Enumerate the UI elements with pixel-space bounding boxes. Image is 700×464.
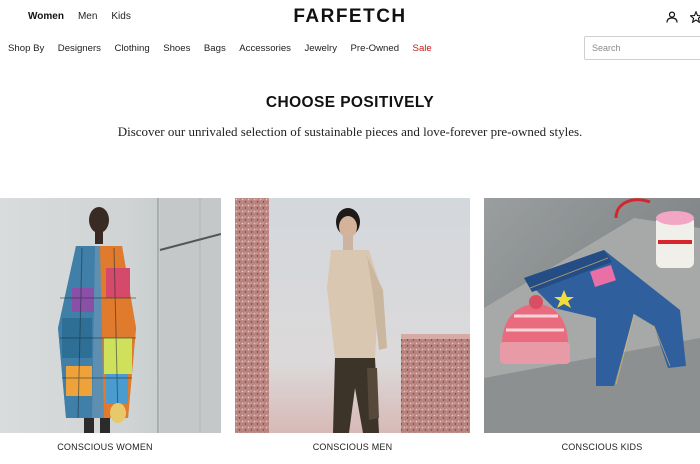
header-icons (666, 11, 700, 23)
user-icon[interactable] (666, 11, 678, 23)
tile-label-kids[interactable]: CONSCIOUS KIDS (484, 442, 700, 452)
nav-jewelry[interactable]: Jewelry (304, 43, 337, 54)
men-photo (235, 198, 470, 433)
women-photo (0, 198, 221, 433)
main-nav: Shop By Designers Clothing Shoes Bags Ac… (8, 43, 432, 54)
farfetch-logo[interactable]: FARFETCH (0, 6, 700, 28)
nav-shop-by[interactable]: Shop By (8, 43, 44, 54)
nav-sale[interactable]: Sale (413, 43, 432, 54)
page-subtitle: Discover our unrivaled selection of sust… (117, 124, 583, 139)
nav-bags[interactable]: Bags (204, 43, 226, 54)
tile-conscious-kids[interactable] (484, 198, 700, 433)
tile-label-men[interactable]: CONSCIOUS MEN (235, 442, 470, 452)
page-title: CHOOSE POSITIVELY (265, 94, 435, 111)
tile-conscious-women[interactable] (0, 198, 221, 433)
nav-pre-owned[interactable]: Pre-Owned (351, 43, 400, 54)
nav-accessories[interactable]: Accessories (239, 43, 291, 54)
tile-conscious-men[interactable] (235, 198, 470, 433)
nav-clothing[interactable]: Clothing (114, 43, 149, 54)
tile-label-women[interactable]: CONSCIOUS WOMEN (0, 442, 210, 452)
kids-photo (484, 198, 700, 433)
nav-designers[interactable]: Designers (58, 43, 101, 54)
wishlist-star-icon[interactable] (690, 11, 700, 23)
nav-shoes[interactable]: Shoes (163, 43, 190, 54)
search-input[interactable]: Search (584, 36, 700, 60)
